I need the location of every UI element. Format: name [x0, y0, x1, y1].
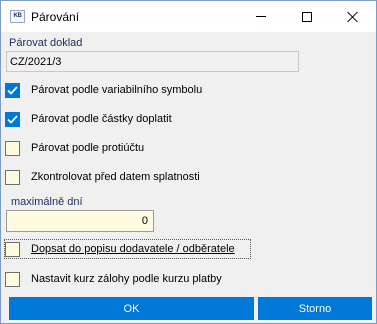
ok-button[interactable]: OK [9, 297, 254, 320]
checkbox[interactable] [5, 169, 20, 185]
option-label: Nastavit kurz zálohy podle kurzu platby [31, 273, 222, 285]
checkbox[interactable] [5, 111, 20, 127]
checkbox[interactable] [5, 271, 20, 287]
document-field: CZ/2021/3 [6, 51, 299, 72]
title-bar[interactable]: KB Párování [1, 1, 376, 32]
checkbox[interactable] [5, 140, 20, 156]
max-days-label: maximálně dní [11, 196, 83, 208]
checkbox[interactable] [5, 241, 20, 257]
close-icon [347, 11, 359, 23]
option-label: Párovat podle protiúčtu [31, 142, 145, 154]
option-counter-account[interactable]: Párovat podle protiúčtu [5, 138, 295, 158]
checkmark-icon [7, 114, 18, 124]
option-deposit-rate[interactable]: Nastavit kurz zálohy podle kurzu platby [5, 269, 295, 289]
checkmark-icon [7, 85, 18, 95]
option-label: Párovat podle variabilního symbolu [31, 84, 203, 96]
max-days-input[interactable]: 0 [6, 210, 154, 232]
option-amount-to-pay[interactable]: Párovat podle částky doplatit [5, 109, 295, 129]
close-button[interactable] [330, 1, 376, 32]
parovani-dialog: KB Párování Párovat doklad CZ/2021/3 Pár… [0, 0, 377, 324]
option-label: Párovat podle částky doplatit [31, 113, 172, 125]
option-check-due-date[interactable]: Zkontrolovat před datem splatnosti [5, 167, 295, 187]
option-label: Dopsat do popisu dodavatele / odběratele [31, 243, 235, 255]
window-title: Párování [31, 10, 80, 24]
cancel-button[interactable]: Storno [258, 297, 372, 320]
minimize-icon [256, 16, 266, 17]
maximize-icon [302, 11, 312, 22]
minimize-button[interactable] [238, 1, 284, 32]
checkbox[interactable] [5, 82, 20, 98]
app-icon: KB [10, 10, 25, 23]
option-variable-symbol[interactable]: Párovat podle variabilního symbolu [5, 80, 295, 100]
option-label: Zkontrolovat před datem splatnosti [31, 171, 200, 183]
maximize-button[interactable] [284, 1, 330, 32]
document-label: Párovat doklad [9, 37, 83, 49]
option-append-description[interactable]: Dopsat do popisu dodavatele / odběratele [5, 239, 295, 259]
